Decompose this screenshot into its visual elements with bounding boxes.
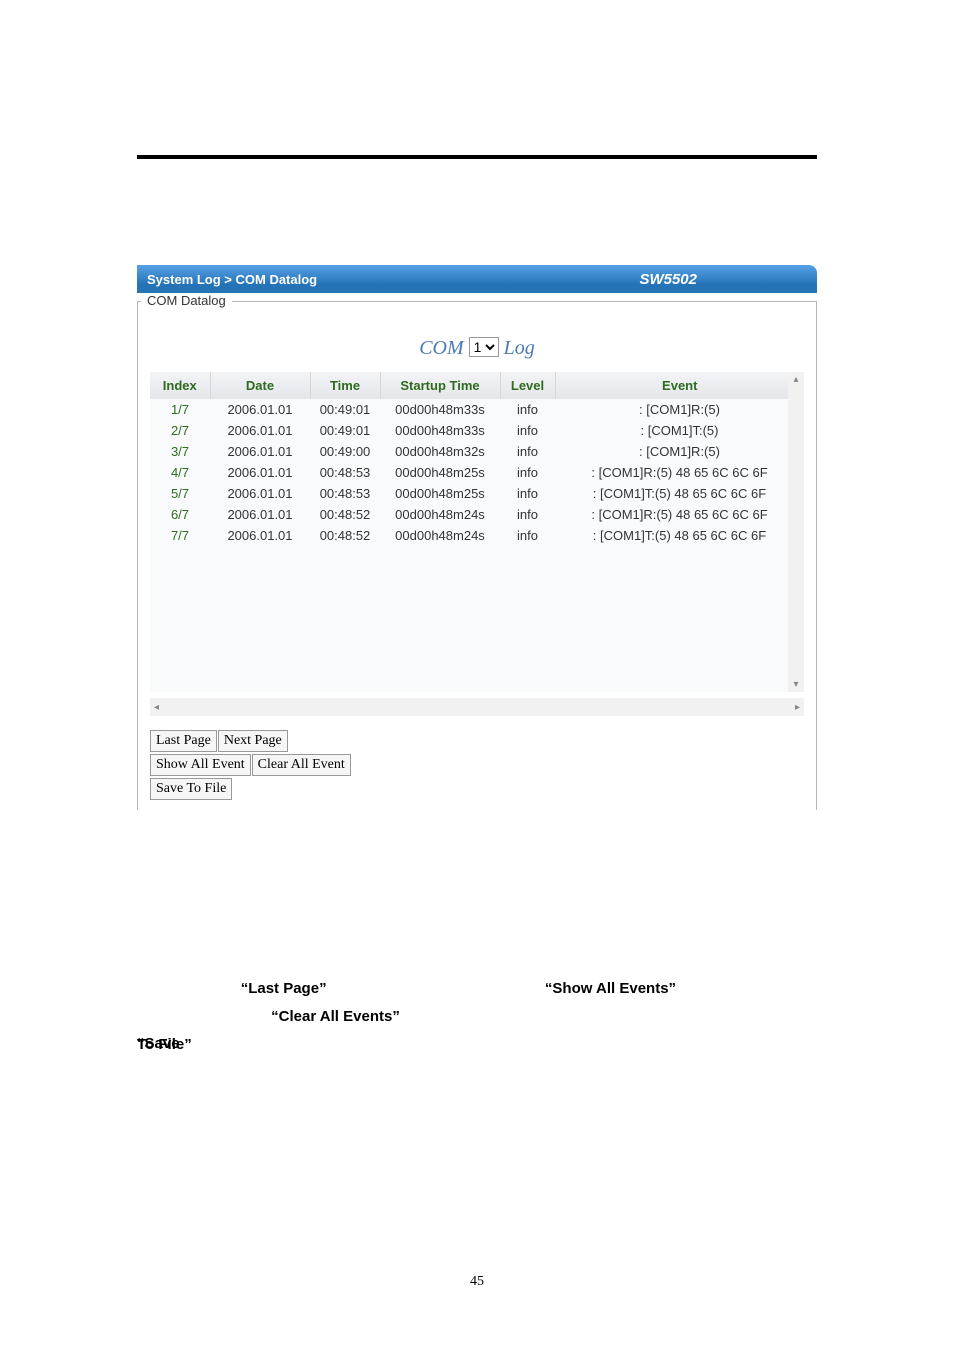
cell-startup: 00d00h48m33s [380, 399, 500, 420]
cell-time: 00:49:00 [310, 441, 380, 462]
col-index[interactable]: Index [150, 372, 210, 399]
model-label: SW5502 [639, 271, 697, 288]
cell-level: info [500, 441, 555, 462]
body-paragraph: Click on “Last Page” “Show All Events” [137, 975, 817, 1002]
save-to-file-button[interactable]: Save To File [150, 778, 232, 800]
cell-date: 2006.01.01 [210, 420, 310, 441]
top-rule [137, 155, 817, 159]
cell-level: info [500, 483, 555, 504]
table-row[interactable]: 5/72006.01.0100:48:5300d00h48m25sinfo: [… [150, 483, 804, 504]
cell-event: : [COM1]T:(5) 48 65 6C 6C 6F [555, 483, 804, 504]
cell-event: : [COM1]T:(5) [555, 420, 804, 441]
title-bar: System Log > COM Datalog SW5502 [137, 265, 817, 293]
cell-date: 2006.01.01 [210, 441, 310, 462]
log-table: Index Date Time Startup Time Level Event… [150, 372, 804, 546]
cell-date: 2006.01.01 [210, 483, 310, 504]
cell-date: 2006.01.01 [210, 399, 310, 420]
vertical-scrollbar[interactable]: ▴ ▾ [788, 372, 804, 692]
cell-event: : [COM1]R:(5) 48 65 6C 6C 6F [555, 504, 804, 525]
button-row-2: Show All EventClear All Event [150, 754, 804, 776]
col-time[interactable]: Time [310, 372, 380, 399]
table-row[interactable]: 1/72006.01.0100:49:0100d00h48m33sinfo: [… [150, 399, 804, 420]
table-row[interactable]: 2/72006.01.0100:49:0100d00h48m33sinfo: [… [150, 420, 804, 441]
cell-event: : [COM1]R:(5) [555, 399, 804, 420]
cell-startup: 00d00h48m24s [380, 525, 500, 546]
cell-date: 2006.01.01 [210, 525, 310, 546]
page-number: 45 [0, 1274, 954, 1290]
col-level[interactable]: Level [500, 372, 555, 399]
clear-all-event-button[interactable]: Clear All Event [252, 754, 351, 776]
log-table-area: Index Date Time Startup Time Level Event… [150, 372, 804, 692]
table-row[interactable]: 6/72006.01.0100:48:5200d00h48m24sinfo: [… [150, 504, 804, 525]
body-paragraph-3: To File” [137, 1031, 817, 1058]
group-label: COM Datalog [144, 293, 229, 308]
table-row[interactable]: 7/72006.01.0100:48:5200d00h48m24sinfo: [… [150, 525, 804, 546]
cell-startup: 00d00h48m25s [380, 462, 500, 483]
scroll-up-icon[interactable]: ▴ [793, 372, 798, 387]
cell-level: info [500, 399, 555, 420]
cell-index: 3/7 [150, 441, 210, 462]
cell-startup: 00d00h48m32s [380, 441, 500, 462]
cell-index: 1/7 [150, 399, 210, 420]
button-row-1: Last PageNext Page [150, 730, 804, 752]
com-log-title: COM 1 Log [150, 323, 804, 372]
cell-startup: 00d00h48m25s [380, 483, 500, 504]
last-page-text: “Last Page” [241, 980, 327, 997]
cell-event: : [COM1]R:(5) 48 65 6C 6C 6F [555, 462, 804, 483]
com-select[interactable]: 1 [469, 337, 499, 357]
cell-level: info [500, 420, 555, 441]
cell-event: : [COM1]R:(5) [555, 441, 804, 462]
scroll-right-icon[interactable]: ▸ [791, 702, 804, 713]
col-date[interactable]: Date [210, 372, 310, 399]
cell-index: 7/7 [150, 525, 210, 546]
cell-date: 2006.01.01 [210, 504, 310, 525]
com-prefix: COM [419, 337, 468, 359]
scroll-down-icon[interactable]: ▾ [793, 677, 798, 692]
table-row[interactable]: 4/72006.01.0100:48:5300d00h48m25sinfo: [… [150, 462, 804, 483]
table-row[interactable]: 3/72006.01.0100:49:0000d00h48m32sinfo: [… [150, 441, 804, 462]
cell-startup: 00d00h48m24s [380, 504, 500, 525]
cell-event: : [COM1]T:(5) 48 65 6C 6C 6F [555, 525, 804, 546]
col-startup[interactable]: Startup Time [380, 372, 500, 399]
button-row-3: Save To File [150, 778, 804, 800]
scroll-left-icon[interactable]: ◂ [150, 702, 163, 713]
col-event[interactable]: Event [555, 372, 804, 399]
cell-time: 00:49:01 [310, 420, 380, 441]
clear-all-text: “Clear All Events” [271, 1008, 400, 1025]
cell-startup: 00d00h48m33s [380, 420, 500, 441]
cell-time: 00:49:01 [310, 399, 380, 420]
com-datalog-group: COM Datalog COM 1 Log [137, 301, 817, 810]
table-header-row: Index Date Time Startup Time Level Event [150, 372, 804, 399]
cell-index: 6/7 [150, 504, 210, 525]
last-page-button[interactable]: Last Page [150, 730, 217, 752]
cell-time: 00:48:53 [310, 483, 380, 504]
cell-date: 2006.01.01 [210, 462, 310, 483]
next-page-button[interactable]: Next Page [218, 730, 288, 752]
cell-level: info [500, 504, 555, 525]
horizontal-scrollbar[interactable]: ◂ ▸ [150, 698, 804, 716]
cell-level: info [500, 525, 555, 546]
save-text-2: To File” [137, 1036, 192, 1053]
cell-level: info [500, 462, 555, 483]
figure: System Log > COM Datalog SW5502 COM Data… [137, 265, 817, 810]
cell-index: 5/7 [150, 483, 210, 504]
com-suffix: Log [504, 337, 535, 359]
cell-time: 00:48:52 [310, 525, 380, 546]
show-all-event-button[interactable]: Show All Event [150, 754, 251, 776]
breadcrumb: System Log > COM Datalog [147, 272, 317, 287]
cell-index: 4/7 [150, 462, 210, 483]
cell-time: 00:48:53 [310, 462, 380, 483]
cell-index: 2/7 [150, 420, 210, 441]
cell-time: 00:48:52 [310, 504, 380, 525]
show-all-text: “Show All Events” [545, 980, 676, 997]
